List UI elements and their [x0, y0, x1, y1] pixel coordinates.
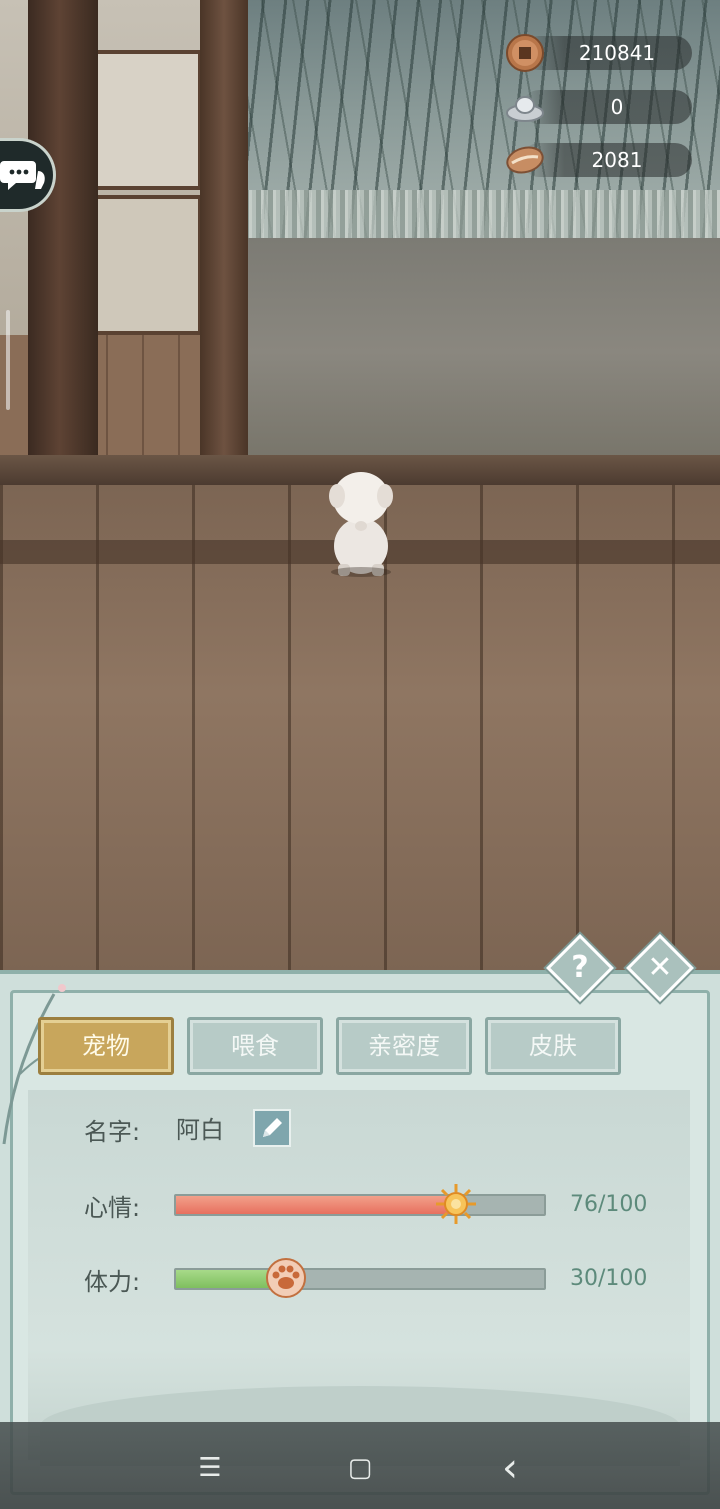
tab-skin[interactable]: 皮肤 — [485, 1017, 621, 1075]
mood-label: 心情: — [84, 1194, 141, 1222]
stamina-bar — [174, 1258, 546, 1298]
silver-ingot-icon — [506, 96, 544, 122]
wooden-pillar — [200, 0, 248, 512]
stamina-label: 体力: — [84, 1268, 141, 1296]
pencil-icon — [263, 1118, 282, 1137]
grass-strip — [240, 190, 720, 240]
mood-bar — [174, 1184, 546, 1224]
tab-feed[interactable]: 喂食 — [187, 1017, 323, 1075]
tab-pet[interactable]: 宠物 — [38, 1017, 174, 1075]
mood-value: 76/100 — [570, 1192, 648, 1217]
pet-dog[interactable] — [326, 468, 396, 578]
help-icon: ? — [571, 950, 589, 985]
shell-value: 2081 — [591, 148, 643, 172]
pet-name: 阿白 — [176, 1116, 224, 1144]
stamina-value: 30/100 — [570, 1266, 648, 1291]
edit-name-button[interactable] — [253, 1109, 291, 1147]
currency-copper: 210841 — [506, 34, 692, 72]
back-icon[interactable]: ‹ — [490, 1448, 530, 1488]
tab-feed-label: 喂食 — [231, 1032, 279, 1060]
home-icon[interactable]: ▢ — [340, 1448, 380, 1488]
chat-icon — [0, 161, 45, 190]
currency-silver: 0 — [506, 90, 692, 124]
courtyard-ground — [240, 238, 720, 466]
tab-intimacy-label: 亲密度 — [368, 1032, 440, 1060]
tab-intimacy[interactable]: 亲密度 — [336, 1017, 472, 1075]
close-icon: ✕ — [647, 950, 673, 985]
paw-icon — [266, 1258, 307, 1298]
mood-bar-fill — [176, 1196, 456, 1214]
copper-coin-icon — [506, 34, 544, 72]
silver-value: 0 — [610, 95, 624, 119]
shell-icon — [506, 146, 544, 174]
wall-panel — [92, 50, 202, 190]
tab-pet-label: 宠物 — [82, 1032, 130, 1060]
chat-button[interactable] — [0, 138, 56, 212]
system-nav-bar: ☰ ▢ ‹ — [0, 1422, 720, 1509]
menu-icon[interactable]: ☰ — [190, 1448, 230, 1488]
tab-skin-label: 皮肤 — [529, 1032, 577, 1060]
currency-shell: 2081 — [506, 143, 692, 177]
sun-icon — [435, 1184, 476, 1224]
copper-value: 210841 — [578, 41, 656, 65]
side-indicator — [6, 310, 10, 410]
name-label: 名字: — [84, 1118, 141, 1146]
wall-panel — [92, 195, 202, 335]
